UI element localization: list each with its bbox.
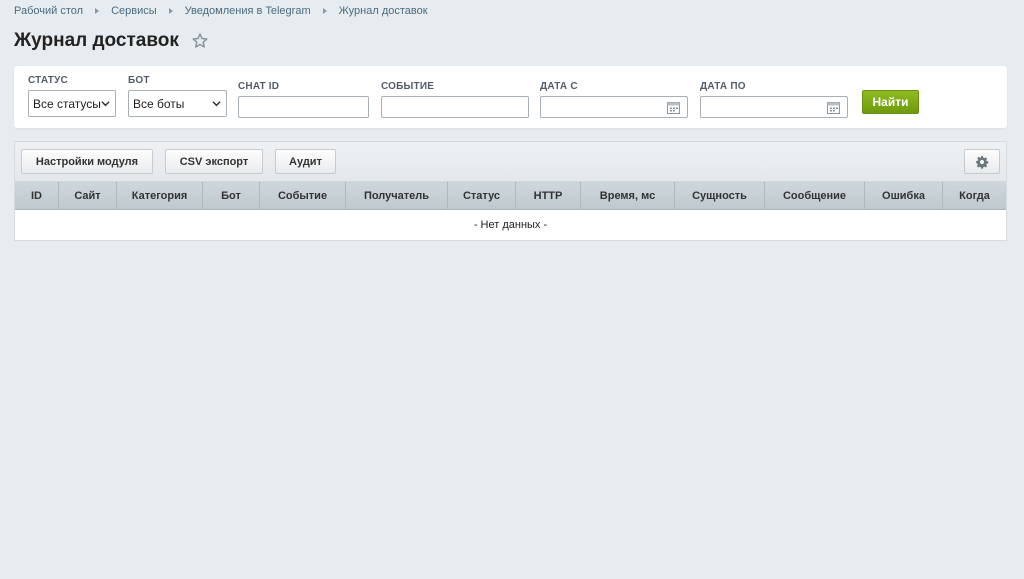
- bot-filter-label: БОТ: [128, 75, 150, 86]
- bot-select[interactable]: Все боты: [128, 90, 227, 117]
- chat-id-label: CHAT ID: [238, 81, 280, 92]
- column-header-event[interactable]: Событие: [260, 182, 346, 209]
- csv-export-button[interactable]: CSV экспорт: [165, 149, 263, 174]
- status-select[interactable]: Все статусы: [28, 90, 116, 117]
- date-to-label: ДАТА ПО: [700, 81, 746, 92]
- page-title: Журнал доставок: [14, 30, 179, 51]
- module-settings-button[interactable]: Настройки модуля: [21, 149, 153, 174]
- date-to-input[interactable]: [701, 97, 847, 117]
- date-from-input-wrap: [540, 96, 688, 118]
- column-header-message[interactable]: Сообщение: [765, 182, 865, 209]
- chevron-down-icon: [212, 101, 221, 107]
- grid-settings-button[interactable]: [964, 149, 1000, 174]
- table-header: ID Сайт Категория Бот Событие Получатель…: [15, 182, 1006, 210]
- find-button[interactable]: Найти: [862, 90, 919, 114]
- event-input[interactable]: [382, 97, 528, 117]
- breadcrumb-item-desktop[interactable]: Рабочий стол: [14, 5, 83, 17]
- status-filter-label: СТАТУС: [28, 75, 68, 86]
- column-header-when[interactable]: Когда: [943, 182, 1006, 209]
- star-icon[interactable]: [191, 32, 209, 50]
- column-header-site[interactable]: Сайт: [59, 182, 117, 209]
- chat-id-filter: CHAT ID: [238, 81, 369, 118]
- breadcrumb-item-telegram[interactable]: Уведомления в Telegram: [185, 5, 311, 17]
- chevron-down-icon: [101, 101, 110, 107]
- event-filter: СОБЫТИЕ: [381, 81, 529, 118]
- event-label: СОБЫТИЕ: [381, 81, 435, 92]
- date-to-input-wrap: [700, 96, 848, 118]
- filter-panel: СТАТУС Все статусы БОТ Все боты CHAT ID …: [14, 66, 1007, 128]
- column-header-status[interactable]: Статус: [448, 182, 516, 209]
- column-header-bot[interactable]: Бот: [203, 182, 260, 209]
- status-select-value: Все статусы: [33, 97, 101, 111]
- breadcrumb-arrow-icon: [322, 8, 327, 14]
- grid-panel: Настройки модуля CSV экспорт Аудит ID Са…: [14, 141, 1007, 241]
- calendar-icon[interactable]: [827, 101, 840, 114]
- empty-state: - Нет данных -: [473, 219, 548, 231]
- breadcrumb-item-services[interactable]: Сервисы: [111, 5, 157, 17]
- bot-select-value: Все боты: [133, 97, 185, 111]
- calendar-icon[interactable]: [667, 101, 680, 114]
- audit-button[interactable]: Аудит: [275, 149, 336, 174]
- breadcrumb: Рабочий стол Сервисы Уведомления в Teleg…: [14, 5, 428, 17]
- chat-id-input[interactable]: [239, 97, 368, 117]
- date-from-filter: ДАТА С: [540, 81, 688, 118]
- column-header-time-ms[interactable]: Время, мс: [581, 182, 675, 209]
- breadcrumb-arrow-icon: [168, 8, 173, 14]
- grid-toolbar: Настройки модуля CSV экспорт Аудит: [15, 142, 1006, 182]
- date-to-filter: ДАТА ПО: [700, 81, 848, 118]
- date-from-label: ДАТА С: [540, 81, 578, 92]
- column-header-entity[interactable]: Сущность: [675, 182, 765, 209]
- date-from-input[interactable]: [541, 97, 687, 117]
- column-header-category[interactable]: Категория: [117, 182, 203, 209]
- event-input-wrap: [381, 96, 529, 118]
- status-filter: СТАТУС Все статусы: [28, 75, 116, 117]
- gear-icon: [976, 155, 989, 169]
- column-header-id[interactable]: ID: [15, 182, 59, 209]
- column-header-http[interactable]: HTTP: [516, 182, 581, 209]
- column-header-recipient[interactable]: Получатель: [346, 182, 448, 209]
- bot-filter: БОТ Все боты: [128, 75, 227, 117]
- breadcrumb-arrow-icon: [95, 8, 100, 14]
- breadcrumb-item-current[interactable]: Журнал доставок: [339, 5, 428, 17]
- page-title-row: Журнал доставок: [14, 30, 209, 52]
- chat-id-input-wrap: [238, 96, 369, 118]
- column-header-error[interactable]: Ошибка: [865, 182, 943, 209]
